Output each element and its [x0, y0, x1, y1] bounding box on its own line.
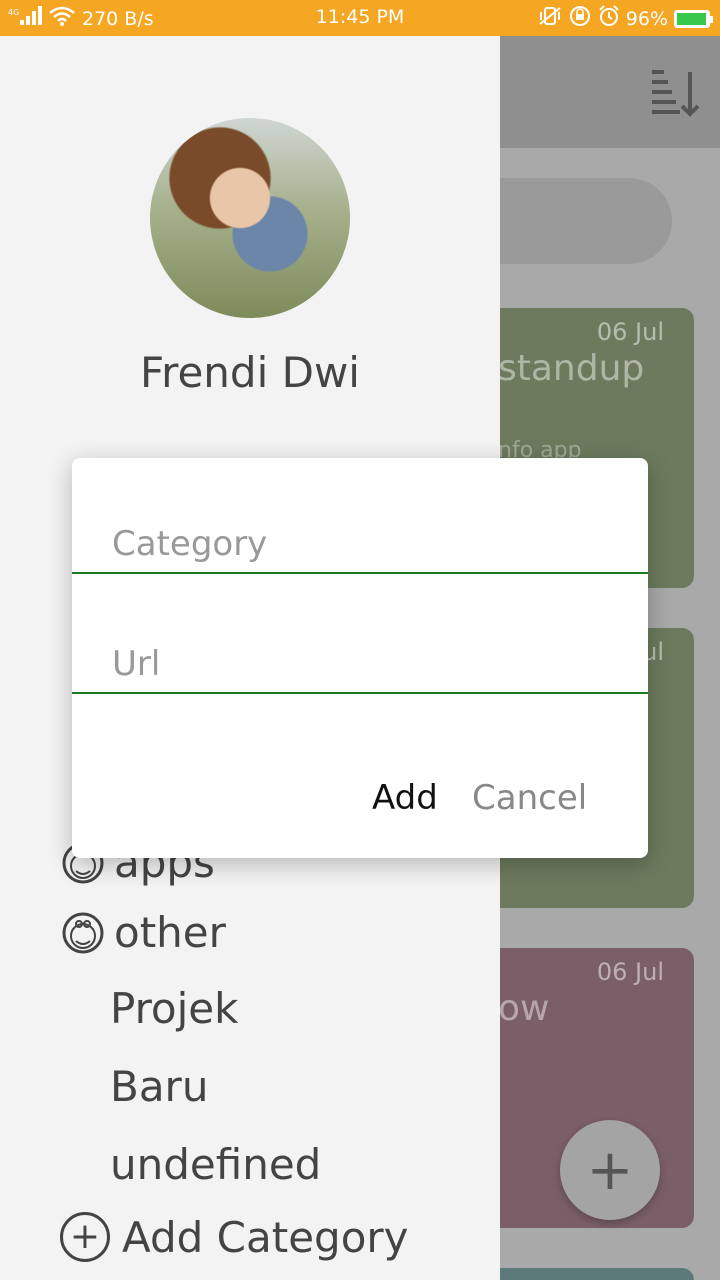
- url-field: [72, 634, 648, 694]
- vibrate-icon: [538, 6, 562, 31]
- alarm-icon: [598, 5, 620, 32]
- cancel-button[interactable]: Cancel: [472, 778, 587, 818]
- battery-percent: 96%: [625, 7, 668, 30]
- status-bar: 4G 270 B/s 11:45 PM 96%: [0, 0, 720, 36]
- category-field: [72, 514, 648, 574]
- add-category-dialog: Add Cancel: [72, 458, 648, 858]
- add-button[interactable]: Add: [372, 778, 438, 818]
- battery-icon: [674, 9, 713, 28]
- battery-fill: [677, 12, 706, 25]
- url-input[interactable]: [112, 644, 612, 684]
- category-input[interactable]: [112, 524, 612, 564]
- rotation-lock-icon: [568, 5, 592, 32]
- status-right: 96%: [538, 5, 713, 32]
